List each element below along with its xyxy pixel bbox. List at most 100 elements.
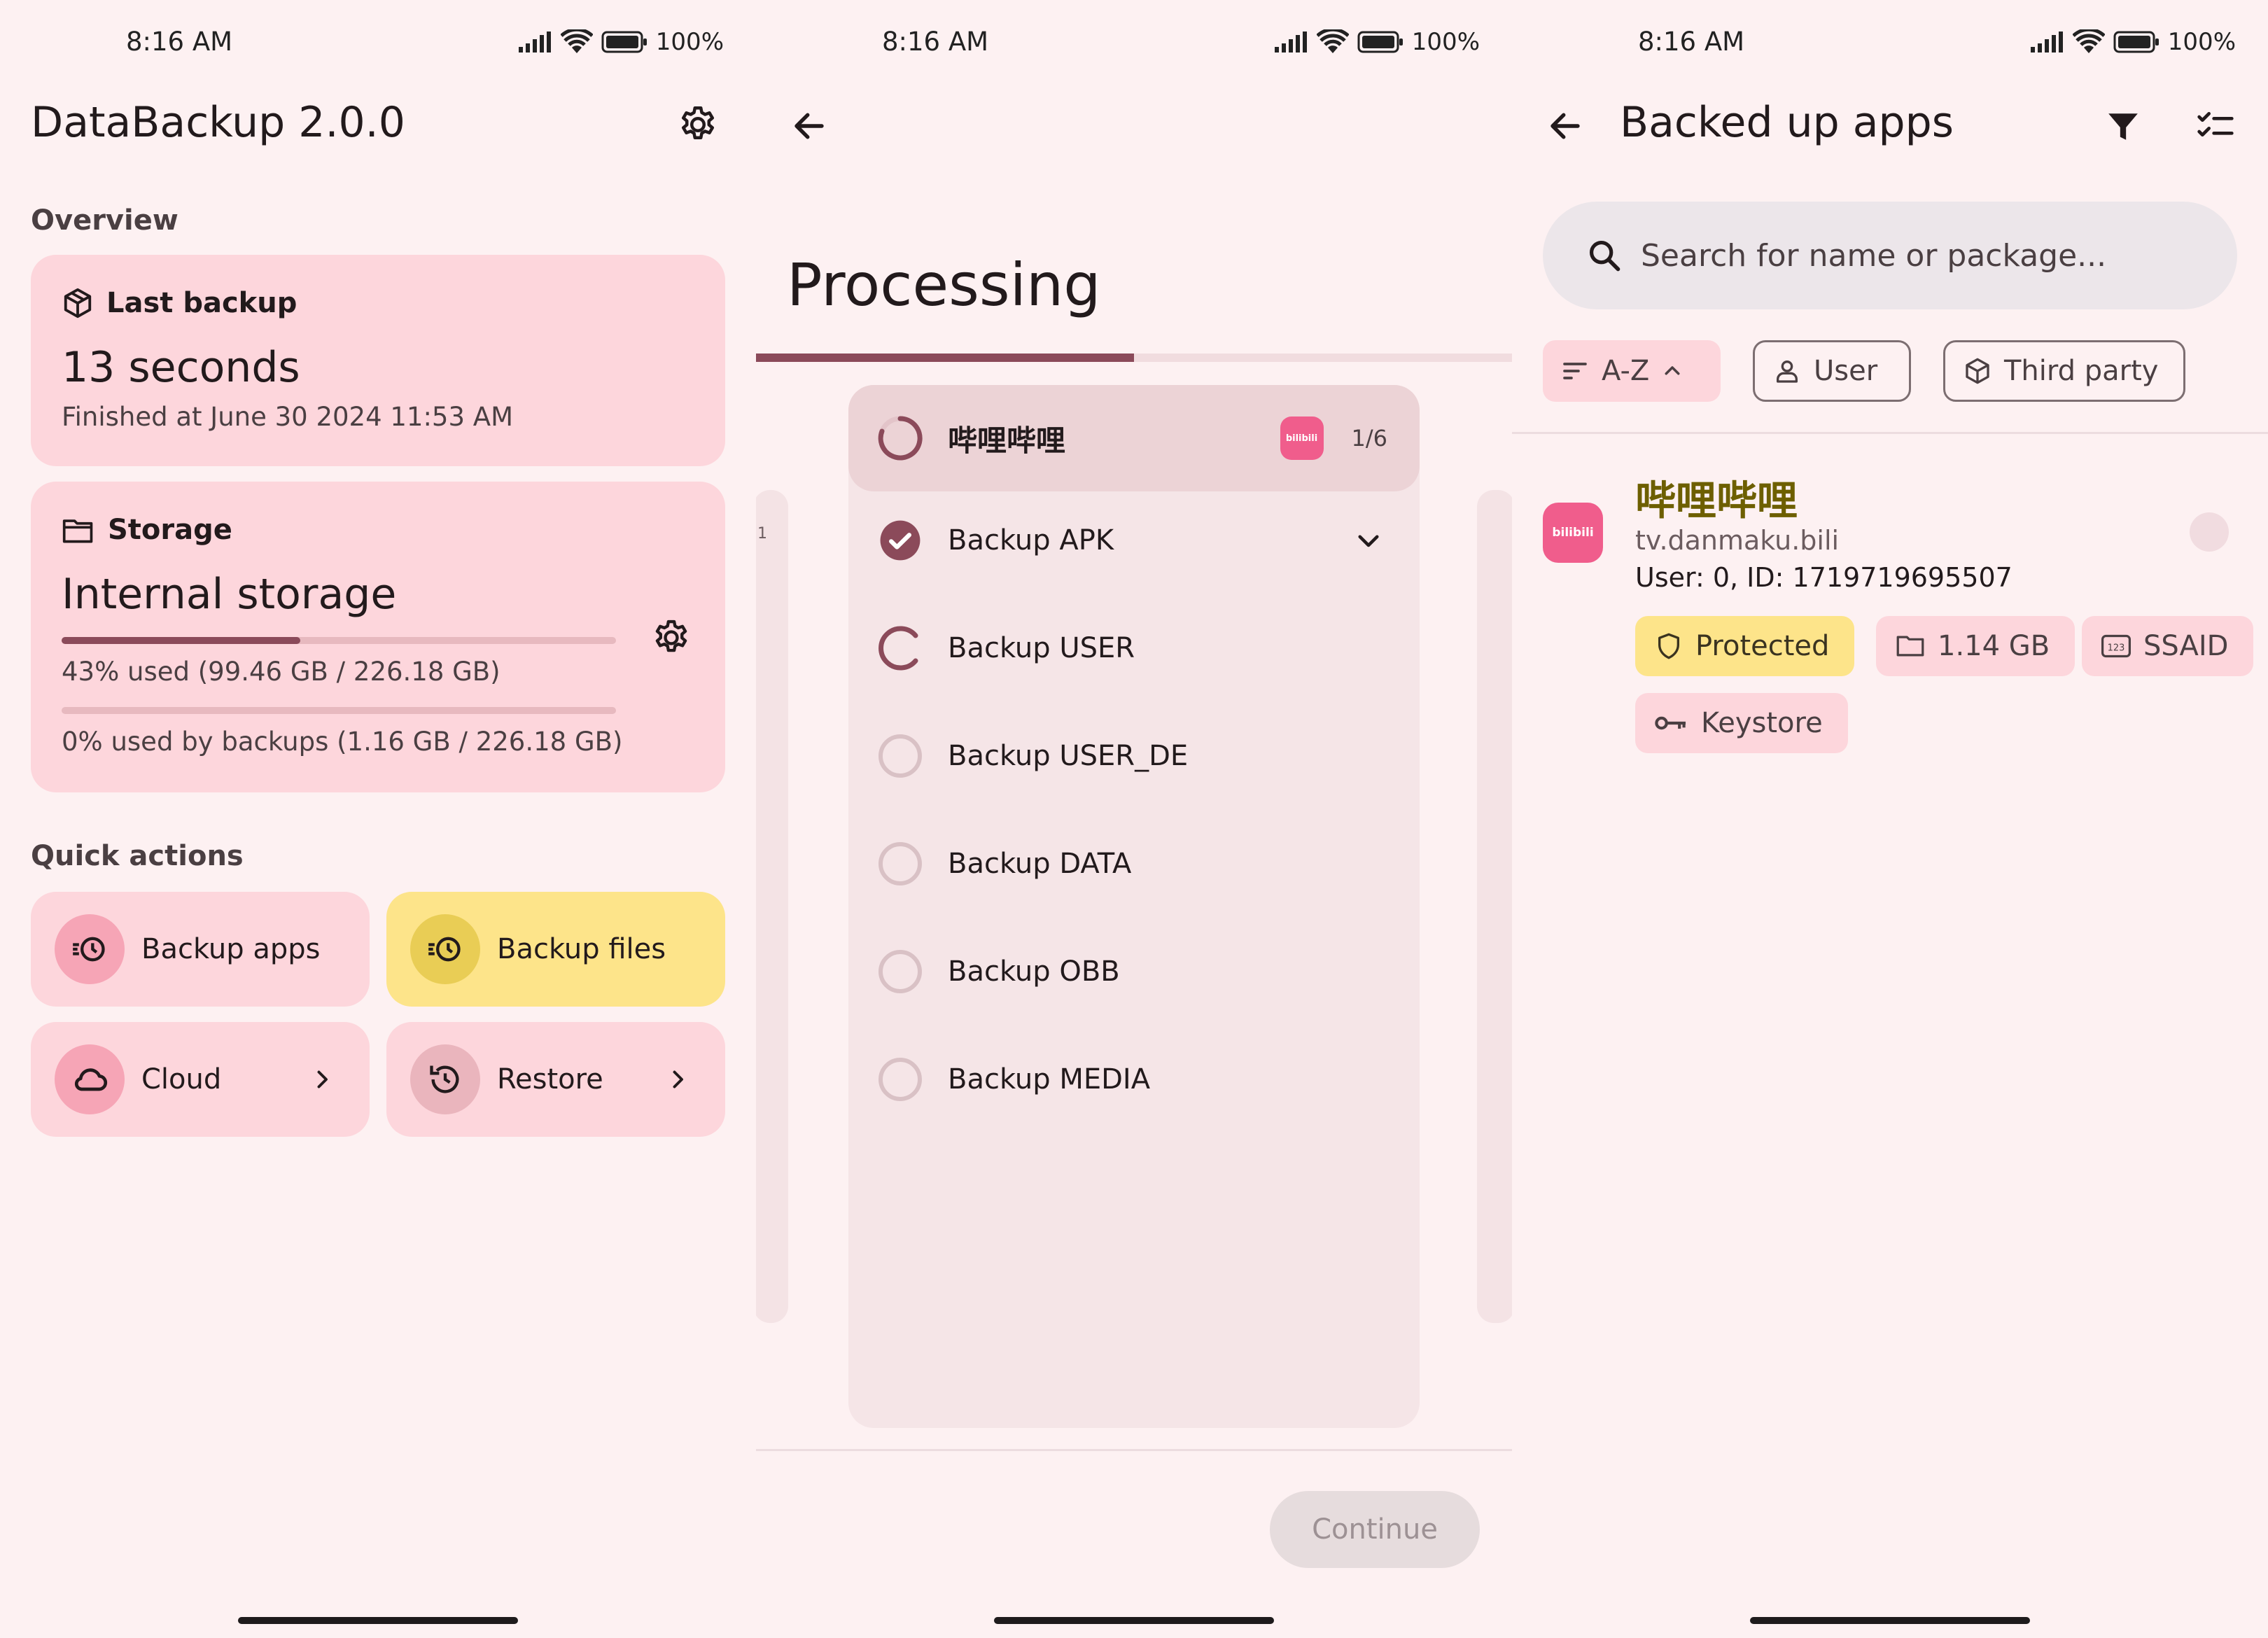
cloud-icon [55, 1044, 125, 1114]
home-screen: 8:16 AM 100% DataBackup 2.0.0 Overview L… [0, 0, 756, 1638]
keystore-label: Keystore [1701, 707, 1823, 739]
select-mode-button[interactable] [2194, 105, 2237, 148]
settings-button[interactable] [675, 102, 721, 148]
folder-icon [62, 519, 93, 543]
backup-usage-text: 0% used by backups (1.16 GB / 226.18 GB) [62, 727, 623, 757]
continue-button[interactable]: Continue [1270, 1491, 1480, 1568]
storage-card[interactable]: Storage Internal storage 43% used (99.46… [31, 482, 725, 792]
processing-app-name: 哔哩哔哩 [948, 423, 1066, 458]
chevron-down-icon[interactable] [1354, 526, 1383, 555]
signal-icon [1274, 31, 1307, 52]
third-party-filter-chip[interactable]: Third party [1943, 340, 2185, 402]
check-circle-icon [876, 517, 924, 564]
signal-icon [2030, 31, 2063, 52]
user-filter-chip[interactable]: User [1753, 340, 1911, 402]
search-input[interactable]: Search for name or package... [1543, 202, 2237, 309]
task-row[interactable]: Backup USER [848, 606, 1420, 690]
next-app-card[interactable] [1477, 490, 1512, 1323]
home-indicator[interactable] [994, 1617, 1274, 1624]
back-button[interactable] [1544, 105, 1586, 147]
restore-button[interactable]: Restore [386, 1022, 725, 1137]
checklist-icon [2197, 112, 2234, 137]
backed-up-apps-screen: 8:16 AM 100% Backed up apps Search for n… [1512, 0, 2268, 1638]
task-label: Backup MEDIA [948, 1063, 1151, 1096]
filter-icon [2108, 113, 2138, 140]
arrow-left-icon [794, 113, 824, 139]
last-backup-card[interactable]: Last backup 13 seconds Finished at June … [31, 255, 725, 466]
signal-icon [518, 31, 551, 52]
user-icon [1773, 357, 1801, 385]
folder-icon [1896, 633, 1925, 659]
backup-apps-button[interactable]: Backup apps [31, 892, 370, 1007]
key-icon [1655, 713, 1688, 734]
sort-chip[interactable]: A-Z [1543, 340, 1721, 402]
task-label: Backup APK [948, 524, 1114, 556]
battery-icon [2113, 31, 2159, 53]
status-icons: 100% [517, 28, 724, 56]
status-bar: 8:16 AM 100% [1512, 27, 2268, 62]
sort-icon [1561, 357, 1589, 385]
task-row[interactable]: Backup MEDIA [848, 1037, 1420, 1121]
home-indicator[interactable] [238, 1617, 518, 1624]
task-row[interactable]: Backup DATA [848, 822, 1420, 906]
quick-actions-label: Quick actions [31, 840, 244, 872]
arrow-left-icon [1550, 113, 1580, 139]
task-row[interactable]: Backup USER_DE [848, 714, 1420, 798]
status-time: 8:16 AM [126, 27, 233, 57]
battery-percent: 100% [1411, 28, 1480, 56]
protected-label: Protected [1695, 630, 1830, 662]
app-package: tv.danmaku.bili [1635, 525, 1840, 556]
ssaid-label: SSAID [2143, 630, 2229, 662]
gear-icon [682, 106, 714, 139]
overview-label: Overview [31, 204, 178, 237]
backup-apps-label: Backup apps [141, 933, 321, 965]
task-label: Backup USER [948, 632, 1135, 664]
chevron-up-icon [1662, 360, 1683, 382]
app-select-radio[interactable] [2190, 512, 2229, 552]
previous-app-card[interactable] [756, 490, 788, 1323]
search-icon [1585, 236, 1624, 275]
battery-percent: 100% [2167, 28, 2236, 56]
svg-text:123: 123 [2108, 643, 2125, 653]
processing-screen: 8:16 AM 100% Processing 1 哔哩哔哩 bilibili … [756, 0, 1512, 1638]
status-bar: 8:16 AM 100% [0, 27, 756, 62]
ssaid-tag: 123 SSAID [2082, 616, 2254, 676]
app-name[interactable]: 哔哩哔哩 [1635, 468, 1798, 526]
pending-circle-icon [876, 732, 924, 780]
status-bar: 8:16 AM 100% [756, 27, 1512, 62]
processing-count: 1/6 [1351, 425, 1388, 451]
list-divider [1512, 432, 2268, 434]
spinner-icon [876, 624, 924, 672]
pending-circle-icon [876, 948, 924, 995]
cloud-label: Cloud [141, 1063, 222, 1096]
size-tag: 1.14 GB [1876, 616, 2076, 676]
task-row[interactable]: Backup OBB [848, 930, 1420, 1014]
restore-icon [410, 1044, 480, 1114]
processing-progress-fill [756, 354, 1134, 362]
last-backup-value: 13 seconds [62, 343, 300, 392]
shield-icon [1655, 632, 1683, 660]
home-indicator[interactable] [1750, 1617, 2030, 1624]
cloud-button[interactable]: Cloud [31, 1022, 370, 1137]
battery-icon [601, 31, 647, 53]
storage-settings-button[interactable] [648, 615, 694, 661]
task-row[interactable]: Backup APK [848, 498, 1420, 582]
wifi-icon [2072, 29, 2105, 53]
protected-tag: Protected [1635, 616, 1855, 676]
filter-button[interactable] [2101, 105, 2145, 148]
chevron-right-icon [309, 1067, 335, 1092]
size-label: 1.14 GB [1938, 630, 2050, 662]
status-time: 8:16 AM [882, 27, 989, 57]
storage-label: Storage [108, 514, 232, 546]
bilibili-app-icon: bilibili [1543, 503, 1603, 563]
backup-files-button[interactable]: Backup files [386, 892, 725, 1007]
wifi-icon [1316, 29, 1349, 53]
restore-label: Restore [497, 1063, 603, 1096]
search-placeholder: Search for name or package... [1641, 237, 2107, 274]
backup-history-icon [410, 914, 480, 984]
app-title: DataBackup 2.0.0 [31, 98, 405, 147]
page-title: Backed up apps [1620, 98, 1954, 147]
keystore-tag: Keystore [1635, 693, 1848, 753]
pending-circle-icon [876, 840, 924, 888]
back-button[interactable] [788, 105, 830, 147]
